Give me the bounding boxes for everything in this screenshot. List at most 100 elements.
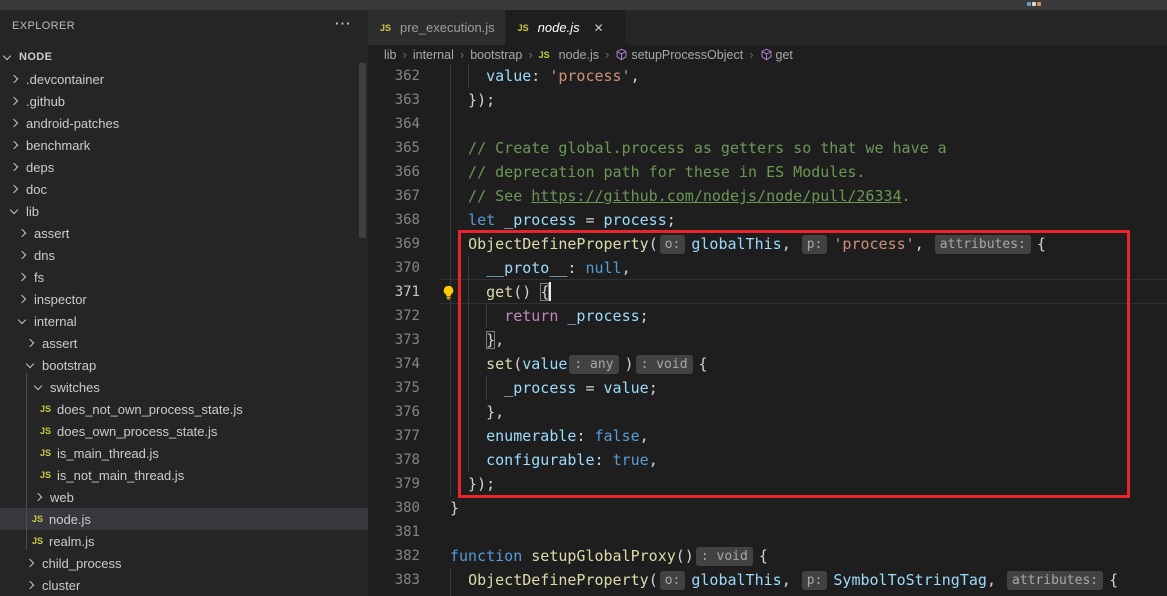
tab-pre-execution-js[interactable]: JSpre_execution.js	[368, 10, 506, 45]
tree-item-is-not-main-thread-js[interactable]: JSis_not_main_thread.js	[0, 464, 368, 486]
breadcrumb-item-get[interactable]: get	[760, 48, 793, 62]
line-number[interactable]: 367	[368, 184, 420, 208]
tab-node-js[interactable]: JSnode.js✕	[506, 10, 626, 45]
js-file-icon: JS	[539, 50, 556, 60]
line-number[interactable]: 362	[368, 64, 420, 88]
tree-item-label: inspector	[34, 292, 87, 307]
tree-item-cluster[interactable]: cluster	[0, 574, 368, 596]
code-line-371[interactable]: 371 get() {	[368, 280, 1167, 304]
tree-item-assert[interactable]: assert	[0, 222, 368, 244]
code-line-362[interactable]: 362 value: 'process',	[368, 64, 1167, 88]
lightbulb-icon[interactable]	[441, 283, 456, 307]
line-number[interactable]: 372	[368, 304, 420, 328]
tree-item-bootstrap[interactable]: bootstrap	[0, 354, 368, 376]
line-number[interactable]: 365	[368, 136, 420, 160]
breadcrumb-label: get	[776, 48, 793, 62]
line-number[interactable]: 376	[368, 400, 420, 424]
code-line-383[interactable]: 383 ObjectDefineProperty(o:globalThis, p…	[368, 568, 1167, 592]
line-number[interactable]: 366	[368, 160, 420, 184]
inlay-hint: o:	[660, 571, 686, 590]
breadcrumb-item-internal[interactable]: internal	[413, 48, 454, 62]
code-line-364[interactable]: 364	[368, 112, 1167, 136]
tree-item--github[interactable]: .github	[0, 90, 368, 112]
code-line-369[interactable]: 369 ObjectDefineProperty(o:globalThis, p…	[368, 232, 1167, 256]
close-icon[interactable]: ✕	[594, 21, 604, 35]
tree-item-realm-js[interactable]: JSrealm.js	[0, 530, 368, 552]
line-number[interactable]: 374	[368, 352, 420, 376]
tree-item-deps[interactable]: deps	[0, 156, 368, 178]
tree-item-doc[interactable]: doc	[0, 178, 368, 200]
breadcrumb-item-bootstrap[interactable]: bootstrap	[470, 48, 522, 62]
breadcrumb-item-node-js[interactable]: JSnode.js	[539, 48, 599, 62]
code-line-382[interactable]: 382function setupGlobalProxy(): void{	[368, 544, 1167, 568]
sidebar-scrollbar[interactable]	[359, 63, 366, 238]
code-line-376[interactable]: 376 },	[368, 400, 1167, 424]
line-number[interactable]: 371	[368, 280, 420, 304]
line-number[interactable]: 373	[368, 328, 420, 352]
line-number[interactable]: 369	[368, 232, 420, 256]
tree-item-does-not-own-process-state-js[interactable]: JSdoes_not_own_process_state.js	[0, 398, 368, 420]
tree-item--devcontainer[interactable]: .devcontainer	[0, 68, 368, 90]
tree-item-label: node.js	[49, 512, 91, 527]
tree-item-fs[interactable]: fs	[0, 266, 368, 288]
code-line-377[interactable]: 377 enumerable: false,	[368, 424, 1167, 448]
line-number[interactable]: 364	[368, 112, 420, 136]
code-line-373[interactable]: 373 },	[368, 328, 1167, 352]
tree-item-assert[interactable]: assert	[0, 332, 368, 354]
code-line-370[interactable]: 370 __proto__: null,	[368, 256, 1167, 280]
code-line-379[interactable]: 379 });	[368, 472, 1167, 496]
chevron-right-icon	[10, 75, 18, 83]
code-line-381[interactable]: 381	[368, 520, 1167, 544]
tree-item-is-main-thread-js[interactable]: JSis_main_thread.js	[0, 442, 368, 464]
line-number[interactable]: 377	[368, 424, 420, 448]
more-actions-icon[interactable]: ⋯	[334, 14, 352, 34]
tree-item-switches[interactable]: switches	[0, 376, 368, 398]
line-number[interactable]: 368	[368, 208, 420, 232]
line-number[interactable]: 363	[368, 88, 420, 112]
line-number[interactable]: 379	[368, 472, 420, 496]
code-line-375[interactable]: 375 _process = value;	[368, 376, 1167, 400]
tree-item-android-patches[interactable]: android-patches	[0, 112, 368, 134]
chevron-down-icon	[18, 315, 26, 323]
breadcrumb-item-setupprocessobject[interactable]: setupProcessObject	[615, 48, 743, 62]
code-line-366[interactable]: 366 // deprecation path for these in ES …	[368, 160, 1167, 184]
code-token: enumerable	[486, 427, 576, 445]
code-line-365[interactable]: 365 // Create global.process as getters …	[368, 136, 1167, 160]
tree-item-benchmark[interactable]: benchmark	[0, 134, 368, 156]
line-number[interactable]: 370	[368, 256, 420, 280]
window-title-bar	[0, 0, 1167, 10]
js-file-icon: JS	[380, 23, 396, 33]
section-header-node[interactable]: NODE	[0, 46, 368, 68]
code-editor[interactable]: 362 value: 'process',363 });364365 // Cr…	[368, 64, 1167, 596]
code-line-374[interactable]: 374 set(value: any): void{	[368, 352, 1167, 376]
code-line-372[interactable]: 372 return _process;	[368, 304, 1167, 328]
tree-item-label: dns	[34, 248, 55, 263]
tree-item-child-process[interactable]: child_process	[0, 552, 368, 574]
link[interactable]: https://github.com/nodejs/node/pull/2633…	[531, 187, 901, 205]
line-number[interactable]: 380	[368, 496, 420, 520]
code-token: :	[576, 427, 594, 445]
line-number[interactable]: 378	[368, 448, 420, 472]
tree-item-does-own-process-state-js[interactable]: JSdoes_own_process_state.js	[0, 420, 368, 442]
breadcrumb-item-lib[interactable]: lib	[384, 48, 397, 62]
code-line-367[interactable]: 367 // See https://github.com/nodejs/nod…	[368, 184, 1167, 208]
line-number[interactable]: 383	[368, 568, 420, 592]
tree-item-internal[interactable]: internal	[0, 310, 368, 332]
code-line-380[interactable]: 380}	[368, 496, 1167, 520]
tree-item-inspector[interactable]: inspector	[0, 288, 368, 310]
line-number[interactable]: 381	[368, 520, 420, 544]
code-token	[450, 571, 468, 589]
line-number[interactable]: 382	[368, 544, 420, 568]
indent-guide	[450, 64, 451, 496]
code-token	[450, 307, 504, 325]
code-line-378[interactable]: 378 configurable: true,	[368, 448, 1167, 472]
line-number[interactable]: 375	[368, 376, 420, 400]
code-token: SymbolToStringTag	[833, 571, 987, 589]
code-line-363[interactable]: 363 });	[368, 88, 1167, 112]
tree-item-web[interactable]: web	[0, 486, 368, 508]
tree-item-lib[interactable]: lib	[0, 200, 368, 222]
code-token: ,	[640, 427, 649, 445]
tree-item-dns[interactable]: dns	[0, 244, 368, 266]
tree-item-node-js[interactable]: JSnode.js	[0, 508, 368, 530]
code-line-368[interactable]: 368 let _process = process;	[368, 208, 1167, 232]
